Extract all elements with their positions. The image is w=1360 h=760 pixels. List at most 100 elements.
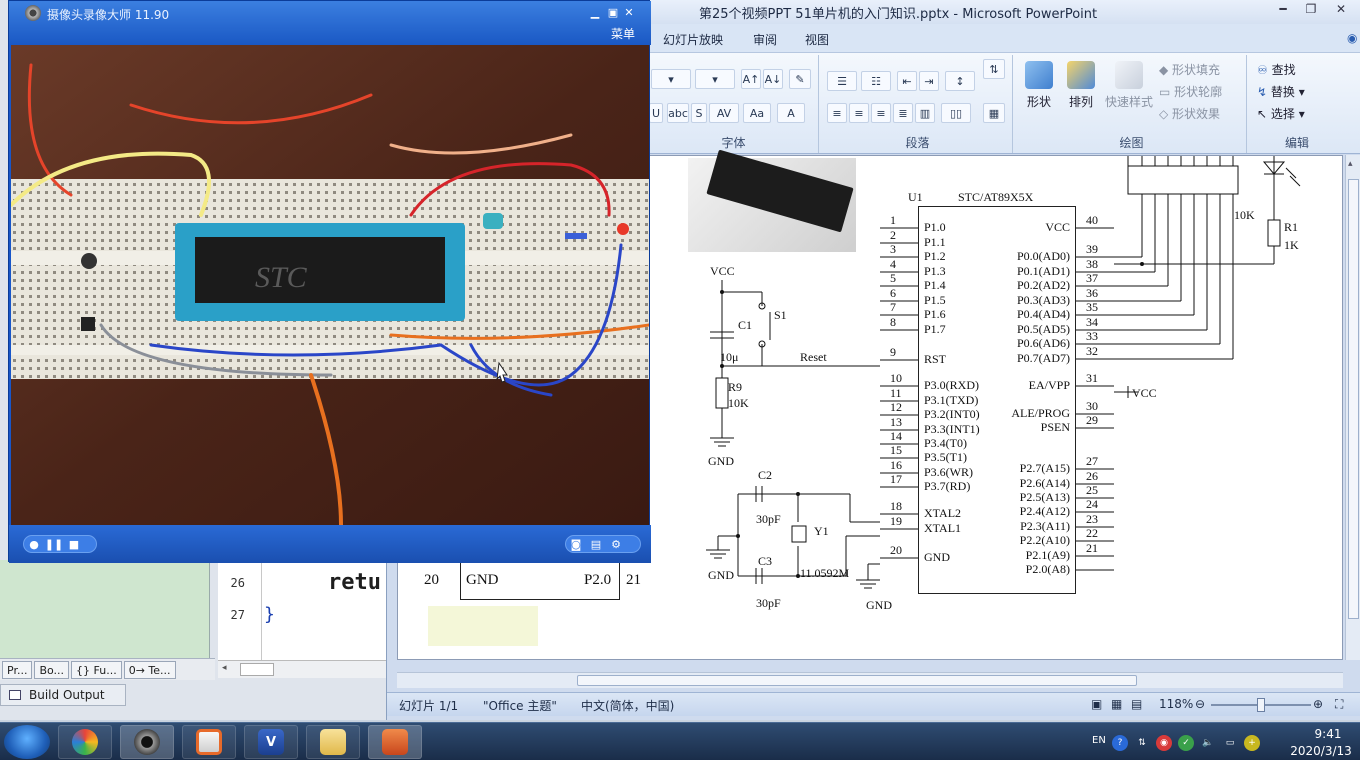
shape-button[interactable]: 形状	[1019, 61, 1059, 110]
zoom-out-icon[interactable]: ⊖	[1195, 697, 1205, 711]
slide-sorter-icon[interactable]: ▦	[1111, 697, 1122, 711]
replace-button[interactable]: ↯ 替换 ▾	[1257, 83, 1305, 100]
grow-font-icon[interactable]: A↑	[741, 69, 761, 89]
help-icon[interactable]: ?	[1112, 735, 1128, 751]
taskbar-app-pinwheel[interactable]	[58, 725, 112, 759]
quick-styles-button[interactable]: 快速样式	[1103, 61, 1155, 110]
bullets-icon[interactable]: ☰	[827, 71, 857, 91]
volume-icon[interactable]: 🔈	[1200, 735, 1216, 751]
scroll-left-icon[interactable]: ◂	[222, 663, 232, 676]
justify-icon[interactable]: ≣	[893, 103, 913, 123]
pin-number: 27	[1086, 454, 1098, 468]
binoculars-icon: ♾	[1257, 63, 1268, 77]
start-button[interactable]	[4, 725, 50, 759]
maximize-button[interactable]: ▣	[605, 5, 621, 19]
camera-menu-button[interactable]: 菜单	[611, 25, 635, 42]
camera-recorder-window: 摄像头录像大师 11.90 ▁ ▣ ✕ 菜单 STC ● ❚❚ ■ ◙ ▤ ⚙	[8, 0, 651, 563]
columns-icon[interactable]: ▯▯	[941, 103, 971, 123]
close-button[interactable]: ✕	[1327, 0, 1355, 18]
underline-icon[interactable]: U	[649, 103, 663, 123]
vertical-scrollbar[interactable]: ▴	[1345, 155, 1360, 660]
network-icon[interactable]: ⇅	[1134, 735, 1150, 751]
code-editor[interactable]: retu }	[262, 560, 392, 660]
numbering-icon[interactable]: ☷	[861, 71, 891, 91]
font-size-dropdown[interactable]: ▾	[695, 69, 735, 89]
change-case-icon[interactable]: Aa	[743, 103, 771, 123]
smartart-icon[interactable]: ▦	[983, 103, 1005, 123]
shield-icon[interactable]: ✓	[1178, 735, 1194, 751]
find-button[interactable]: ♾ 查找	[1257, 61, 1296, 78]
record-icon[interactable]: ●	[24, 536, 44, 552]
build-output-tab[interactable]: Build Output	[0, 684, 126, 706]
line-spacing-icon[interactable]: ↕	[945, 71, 975, 91]
gear-icon[interactable]: ⚙	[606, 536, 626, 552]
align-left-icon[interactable]: ≡	[827, 103, 847, 123]
stop-icon[interactable]: ■	[64, 536, 84, 552]
security-icon[interactable]: ◉	[1156, 735, 1172, 751]
horizontal-scrollbar[interactable]	[397, 672, 1343, 688]
font-name-dropdown[interactable]: ▾	[651, 69, 691, 89]
editor-horizontal-scrollbar[interactable]: ◂	[218, 660, 388, 678]
shrink-font-icon[interactable]: A↓	[763, 69, 783, 89]
breadboard-scene: STC	[11, 45, 649, 525]
tab-project[interactable]: Pr...	[2, 661, 33, 679]
tab-slideshow[interactable]: 幻灯片放映	[663, 31, 723, 48]
strikethrough-icon[interactable]: abc	[667, 103, 689, 123]
tab-functions[interactable]: {} Fu...	[71, 661, 122, 679]
horizontal-scroll-thumb[interactable]	[577, 675, 1137, 686]
tab-view[interactable]: 视图	[805, 31, 829, 48]
text-direction-icon[interactable]: ⇅	[983, 59, 1005, 79]
vcc-label: VCC	[710, 264, 735, 278]
language-indicator: 中文(简体，中国)	[581, 699, 675, 713]
maximize-button[interactable]: ❐	[1297, 0, 1325, 18]
taskbar-app-explorer[interactable]	[306, 725, 360, 759]
clock-date[interactable]: 2020/3/13	[1286, 744, 1356, 758]
char-spacing-icon[interactable]: AV	[709, 103, 739, 123]
align-right-icon[interactable]: ≡	[871, 103, 891, 123]
vertical-scroll-thumb[interactable]	[1348, 179, 1359, 619]
clock-time[interactable]: 9:41	[1300, 727, 1356, 741]
tab-review[interactable]: 审阅	[753, 31, 777, 48]
clear-format-icon[interactable]: ✎	[789, 69, 811, 89]
close-button[interactable]: ✕	[621, 5, 637, 19]
language-indicator[interactable]: EN	[1092, 735, 1106, 746]
scroll-thumb[interactable]	[240, 663, 274, 676]
decrease-indent-icon[interactable]: ⇤	[897, 71, 917, 91]
normal-view-icon[interactable]: ▣	[1091, 697, 1102, 711]
display-icon[interactable]: ▭	[1222, 735, 1238, 751]
shape-fill-button[interactable]: ◆ 形状填充	[1159, 61, 1220, 78]
taskbar-app-powerpoint[interactable]	[368, 725, 422, 759]
font-color-icon[interactable]: A	[777, 103, 805, 123]
increase-indent-icon[interactable]: ⇥	[919, 71, 939, 91]
zoom-in-icon[interactable]: ⊕	[1313, 697, 1323, 711]
playback-controls: ● ❚❚ ■	[23, 535, 97, 553]
pin-number: 21	[1086, 541, 1098, 555]
help-icon[interactable]: ◉	[1347, 31, 1357, 45]
plus-icon[interactable]: +	[1244, 735, 1260, 751]
pause-icon[interactable]: ❚❚	[44, 536, 64, 552]
tab-templates[interactable]: 0→ Te...	[123, 661, 176, 679]
zoom-slider-thumb[interactable]	[1257, 698, 1265, 712]
pin-name: P0.7(AD7)	[1017, 351, 1070, 365]
shape-effects-button[interactable]: ◇ 形状效果	[1159, 105, 1220, 122]
shape-outline-button[interactable]: ▭ 形状轮廓	[1159, 83, 1222, 100]
reading-view-icon[interactable]: ▤	[1131, 697, 1142, 711]
tab-books[interactable]: Bo...	[34, 661, 70, 679]
folder-icon[interactable]: ▤	[586, 536, 606, 552]
distribute-icon[interactable]: ▥	[915, 103, 935, 123]
arrange-button[interactable]: 排列	[1061, 61, 1101, 110]
minimize-button[interactable]: ▁	[587, 5, 603, 19]
scroll-up-icon[interactable]: ▴	[1348, 159, 1360, 175]
camera-window-title: 摄像头录像大师 11.90	[47, 8, 170, 22]
taskbar-app-camera[interactable]	[120, 725, 174, 759]
taskbar-app-recorder[interactable]	[182, 725, 236, 759]
taskbar-app-keil[interactable]: V	[244, 725, 298, 759]
fit-slide-icon[interactable]: ⛶	[1335, 697, 1343, 712]
align-center-icon[interactable]: ≡	[849, 103, 869, 123]
minimize-button[interactable]: ━	[1269, 0, 1297, 18]
select-button[interactable]: ↖ 选择 ▾	[1257, 105, 1305, 122]
shadow-icon[interactable]: S	[691, 103, 707, 123]
c3-value: 30pF	[756, 596, 781, 610]
snapshot-icon[interactable]: ◙	[566, 536, 586, 552]
r9-label: R9	[728, 380, 743, 394]
